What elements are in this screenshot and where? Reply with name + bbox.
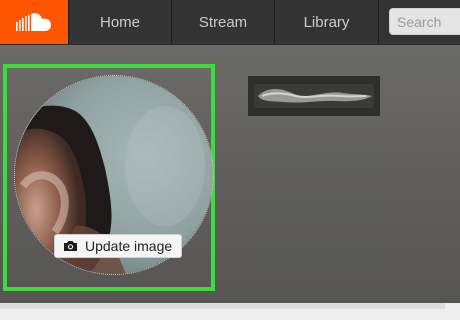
- nav-stream[interactable]: Stream: [171, 0, 274, 44]
- page-bottom-strip: [0, 303, 460, 320]
- divider: [0, 303, 445, 309]
- search-input[interactable]: Search: [389, 8, 460, 35]
- top-navigation-bar: Home Stream Library Search: [0, 0, 460, 45]
- nav-library[interactable]: Library: [274, 0, 379, 44]
- update-image-button[interactable]: Update image: [54, 234, 182, 258]
- soundcloud-cloud-icon: [16, 13, 51, 31]
- update-image-label: Update image: [85, 238, 173, 254]
- nav-home[interactable]: Home: [68, 0, 171, 44]
- soundcloud-logo[interactable]: [0, 0, 68, 44]
- blurred-username: [248, 74, 380, 118]
- camera-icon: [63, 240, 78, 252]
